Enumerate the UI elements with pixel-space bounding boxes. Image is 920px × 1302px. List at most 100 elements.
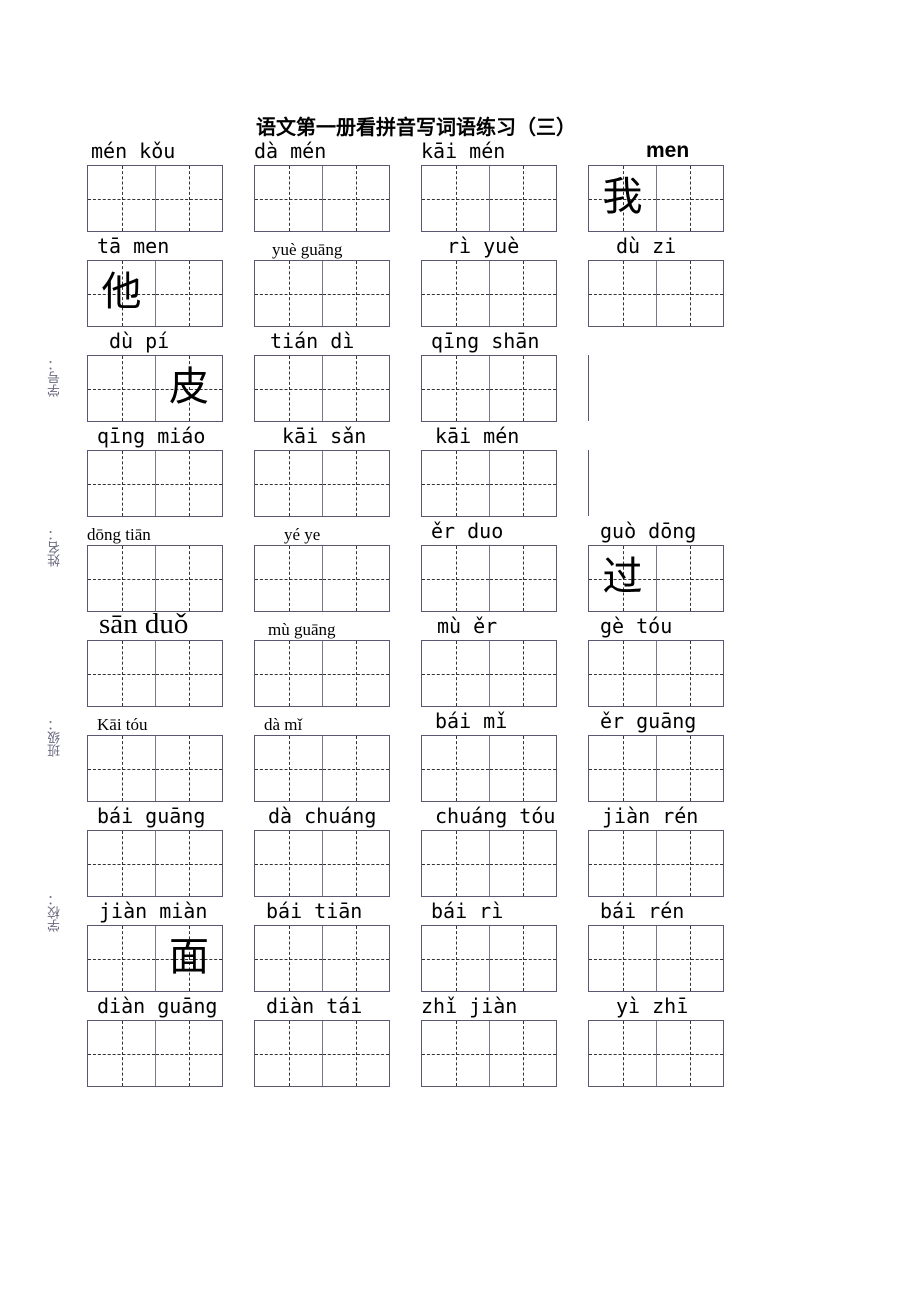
- writing-square[interactable]: [322, 546, 389, 611]
- writing-square[interactable]: [88, 356, 155, 421]
- writing-square[interactable]: [155, 451, 222, 516]
- writing-square[interactable]: [422, 546, 489, 611]
- writing-square[interactable]: [155, 546, 222, 611]
- writing-square[interactable]: 过: [589, 546, 656, 611]
- writing-square[interactable]: [589, 261, 656, 326]
- tianzige-grid: [421, 1020, 557, 1087]
- writing-square[interactable]: [88, 451, 155, 516]
- tianzige-grid: [254, 925, 390, 992]
- pinyin-prompt: sān duǒ: [99, 608, 189, 640]
- writing-square[interactable]: [422, 166, 489, 231]
- writing-square[interactable]: [422, 641, 489, 706]
- writing-square[interactable]: [489, 736, 556, 801]
- writing-square[interactable]: [255, 641, 322, 706]
- writing-square[interactable]: [322, 166, 389, 231]
- school-label: 学校：: [48, 893, 63, 932]
- writing-square[interactable]: [155, 1021, 222, 1086]
- pinyin-prompt: rì yuè: [447, 234, 520, 258]
- pinyin-prompt: dà mǐ: [264, 715, 303, 734]
- writing-square[interactable]: [255, 451, 322, 516]
- writing-square[interactable]: [489, 641, 556, 706]
- writing-square[interactable]: [589, 1021, 656, 1086]
- writing-square[interactable]: [88, 641, 155, 706]
- filled-character: 面: [169, 934, 209, 980]
- writing-square[interactable]: [155, 261, 222, 326]
- pinyin-prompt: dà chuáng: [268, 804, 377, 828]
- writing-square[interactable]: 面: [155, 926, 222, 991]
- writing-square[interactable]: [255, 1021, 322, 1086]
- pinyin-prompt: kāi sǎn: [282, 424, 367, 448]
- writing-square[interactable]: [322, 1021, 389, 1086]
- writing-square[interactable]: [255, 546, 322, 611]
- writing-square[interactable]: [255, 926, 322, 991]
- pinyin-prompt: men: [646, 139, 690, 162]
- writing-square[interactable]: [489, 356, 556, 421]
- writing-square[interactable]: [489, 546, 556, 611]
- writing-square[interactable]: [656, 641, 723, 706]
- writing-square[interactable]: [322, 261, 389, 326]
- writing-square[interactable]: [656, 831, 723, 896]
- writing-square[interactable]: [589, 736, 656, 801]
- writing-square[interactable]: 皮: [155, 356, 222, 421]
- tianzige-grid: 我: [588, 165, 724, 232]
- writing-square[interactable]: [489, 451, 556, 516]
- writing-square[interactable]: [322, 356, 389, 421]
- writing-square[interactable]: [656, 1021, 723, 1086]
- writing-square[interactable]: [322, 926, 389, 991]
- filled-character: 过: [602, 554, 643, 600]
- tianzige-grid: [254, 355, 390, 422]
- writing-square[interactable]: [422, 261, 489, 326]
- writing-square[interactable]: [155, 166, 222, 231]
- pinyin-prompt: kāi mén: [435, 424, 520, 448]
- writing-square[interactable]: [656, 166, 723, 231]
- writing-square[interactable]: [155, 831, 222, 896]
- writing-square[interactable]: [656, 736, 723, 801]
- writing-square[interactable]: [322, 831, 389, 896]
- writing-square[interactable]: [422, 831, 489, 896]
- writing-square[interactable]: [489, 1021, 556, 1086]
- tianzige-grid: [588, 925, 724, 992]
- writing-square[interactable]: [255, 166, 322, 231]
- filled-character: 皮: [169, 364, 209, 410]
- writing-square[interactable]: [88, 166, 155, 231]
- writing-square[interactable]: [88, 736, 155, 801]
- writing-square[interactable]: [255, 736, 322, 801]
- writing-square[interactable]: [322, 736, 389, 801]
- writing-square[interactable]: [155, 641, 222, 706]
- writing-square[interactable]: [88, 546, 155, 611]
- tianzige-grid: [421, 165, 557, 232]
- pinyin-prompt: zhǐ jiàn: [421, 994, 518, 1018]
- writing-square[interactable]: [422, 1021, 489, 1086]
- pinyin-prompt: bái tiān: [266, 899, 363, 923]
- writing-square[interactable]: [589, 831, 656, 896]
- writing-square[interactable]: [322, 451, 389, 516]
- writing-square[interactable]: [88, 1021, 155, 1086]
- writing-square[interactable]: [589, 926, 656, 991]
- writing-square[interactable]: [155, 736, 222, 801]
- writing-square[interactable]: [422, 736, 489, 801]
- writing-square[interactable]: 他: [88, 261, 155, 326]
- pinyin-prompt: yuè guāng: [272, 240, 343, 259]
- writing-square[interactable]: [656, 261, 723, 326]
- writing-square[interactable]: [422, 356, 489, 421]
- writing-square[interactable]: [322, 641, 389, 706]
- writing-square[interactable]: [422, 926, 489, 991]
- writing-square[interactable]: [255, 831, 322, 896]
- writing-square[interactable]: [255, 356, 322, 421]
- writing-square[interactable]: [88, 926, 155, 991]
- writing-square[interactable]: [88, 831, 155, 896]
- tianzige-grid: [254, 260, 390, 327]
- writing-square[interactable]: [489, 166, 556, 231]
- tianzige-grid: [421, 830, 557, 897]
- pinyin-prompt: dù pí: [109, 329, 170, 353]
- writing-square[interactable]: [489, 831, 556, 896]
- writing-square[interactable]: [656, 546, 723, 611]
- writing-square[interactable]: [489, 261, 556, 326]
- writing-square[interactable]: [589, 641, 656, 706]
- writing-square[interactable]: [489, 926, 556, 991]
- pinyin-prompt: yì zhī: [616, 994, 689, 1018]
- writing-square[interactable]: 我: [589, 166, 656, 231]
- writing-square[interactable]: [656, 926, 723, 991]
- writing-square[interactable]: [422, 451, 489, 516]
- writing-square[interactable]: [255, 261, 322, 326]
